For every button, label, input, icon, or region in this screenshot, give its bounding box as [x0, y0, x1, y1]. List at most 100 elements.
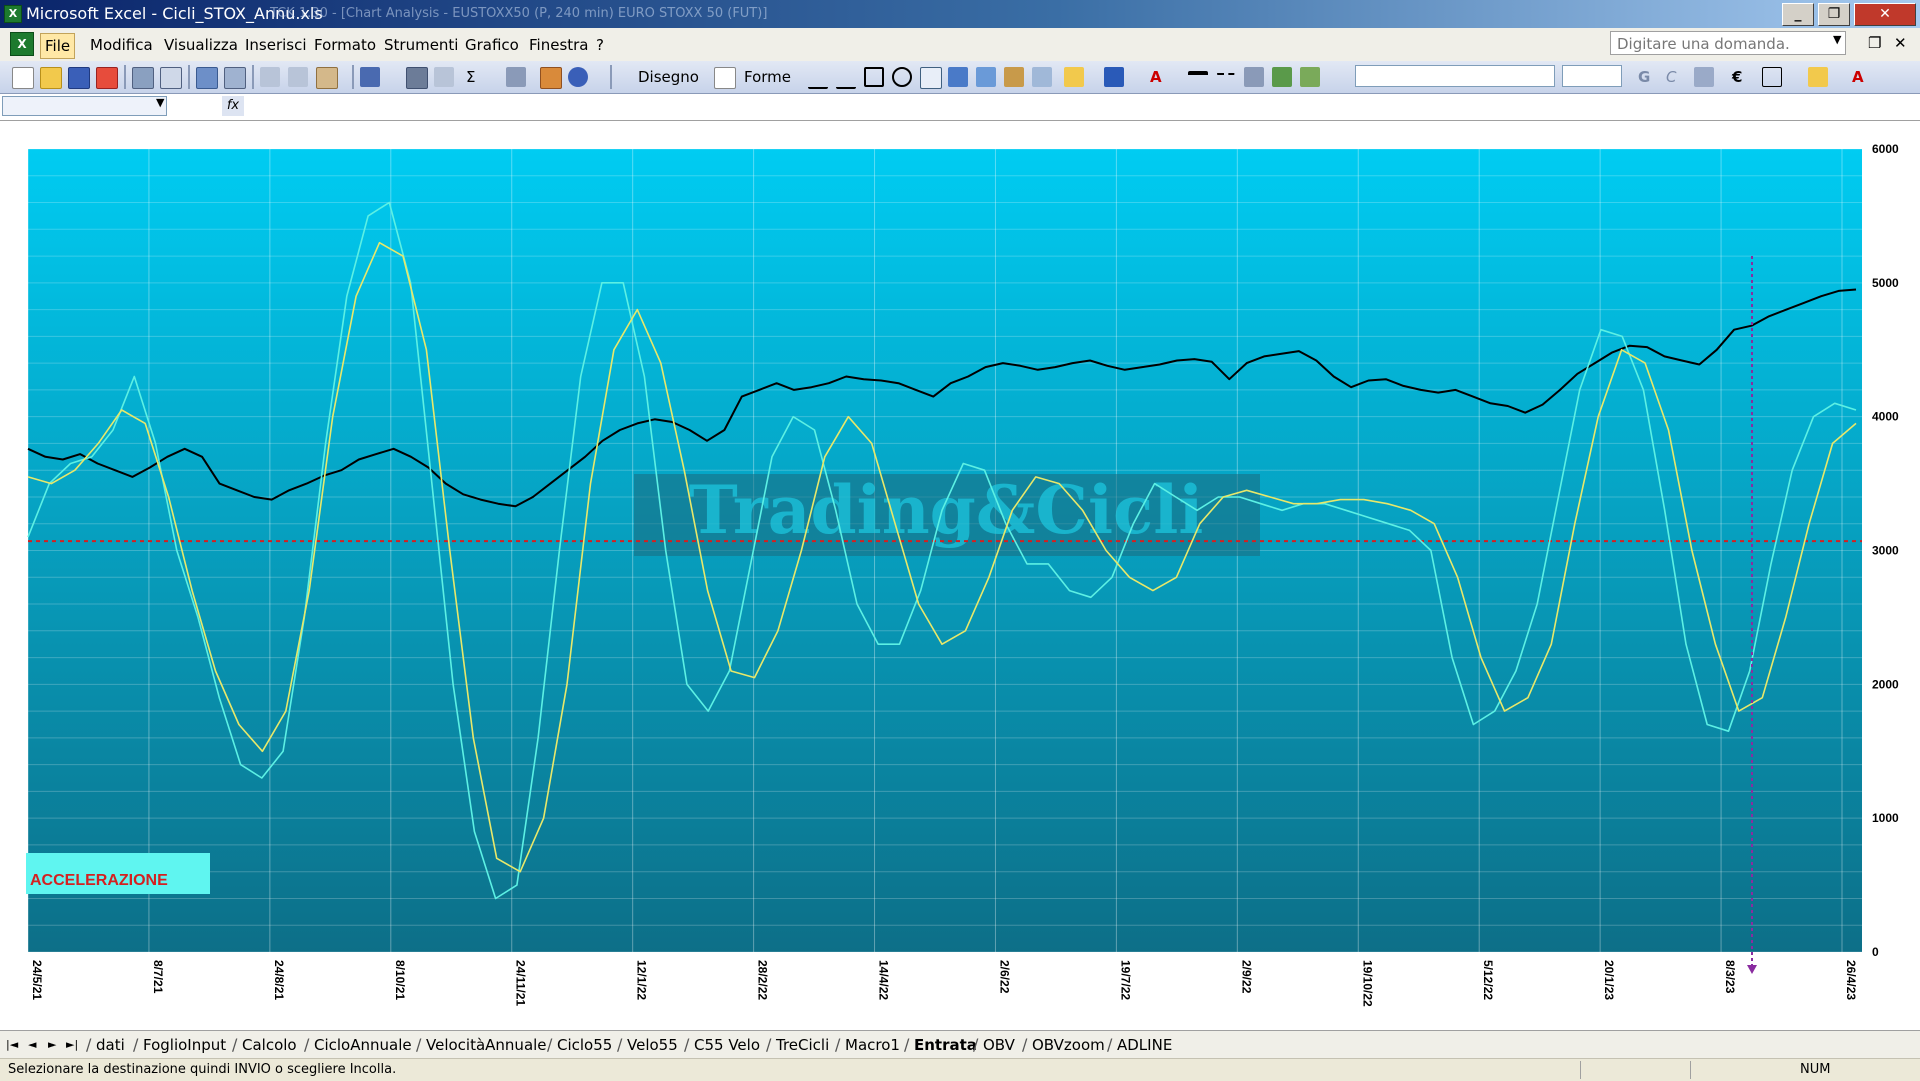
sheet-tab[interactable]: dati	[96, 1035, 125, 1055]
line-color-icon[interactable]	[1104, 67, 1124, 87]
first-sheet-icon[interactable]: |◄	[6, 1038, 18, 1051]
picture-icon[interactable]	[1032, 67, 1052, 87]
line-icon[interactable]	[808, 67, 828, 89]
status-panel	[1690, 1061, 1791, 1079]
diagram-icon[interactable]	[976, 67, 996, 87]
x-tick-label: 12/1/22	[635, 960, 649, 1000]
sheet-tab[interactable]: Entrata	[914, 1035, 977, 1055]
sheet-tab[interactable]: FoglioInput	[143, 1035, 226, 1055]
sheet-tab[interactable]: ADLINE	[1117, 1035, 1172, 1055]
chart-sheet-icon[interactable]	[434, 67, 454, 87]
help-icon[interactable]	[568, 67, 588, 87]
open-icon[interactable]	[40, 67, 62, 89]
workbook-restore-icon[interactable]: ❐	[1868, 34, 1881, 52]
title-bar: X Microsoft Excel - Cicli_STOX_Annu.xls …	[0, 0, 1920, 28]
x-tick-label: 20/1/23	[1602, 960, 1616, 1000]
cut-icon[interactable]	[260, 67, 280, 87]
restore-button[interactable]: ❐	[1818, 3, 1850, 26]
menu-modifica[interactable]: Modifica	[86, 33, 157, 57]
sheet-tab[interactable]: Calcolo	[242, 1035, 297, 1055]
ask-question-input[interactable]: Digitare una domanda.	[1610, 31, 1846, 55]
menu-grafico[interactable]: Grafico	[461, 33, 523, 57]
undo-icon[interactable]	[360, 67, 380, 87]
euro-icon[interactable]: €	[1732, 67, 1742, 87]
autosum-icon[interactable]: Σ	[466, 67, 475, 87]
dash-style-icon[interactable]	[1216, 73, 1236, 87]
font-size-combo[interactable]	[1562, 65, 1622, 87]
sheet-tab[interactable]: VelocitàAnnuale	[426, 1035, 547, 1055]
cursor-marker-arrow	[1747, 965, 1757, 974]
menu-[interactable]: ?	[592, 33, 608, 57]
name-box-dropdown-icon[interactable]: ▼	[156, 96, 164, 109]
sheet-tab[interactable]: TreCicli	[776, 1035, 829, 1055]
select-arrow-icon[interactable]	[714, 67, 736, 89]
bold-button[interactable]: G	[1638, 67, 1650, 87]
insert-function-icon[interactable]: fx	[222, 96, 244, 116]
3d-icon[interactable]	[1300, 67, 1320, 87]
font-name-combo[interactable]	[1355, 65, 1555, 87]
cell-fill-icon[interactable]	[1808, 67, 1828, 87]
minimize-button[interactable]: _	[1782, 3, 1814, 26]
x-tick-label: 14/4/22	[877, 960, 891, 1000]
cycle-chart[interactable]: Trading&Cicli 6000500040003000200010000 …	[0, 121, 1920, 1030]
copy-icon[interactable]	[288, 67, 308, 87]
new-icon[interactable]	[12, 67, 34, 89]
clipart-icon[interactable]	[1004, 67, 1024, 87]
arrow-style-icon[interactable]	[1244, 67, 1264, 87]
close-window-button[interactable]: ✕	[1854, 3, 1916, 26]
sheet-tab[interactable]: Ciclo55	[557, 1035, 612, 1055]
arrow-icon[interactable]	[836, 67, 856, 89]
sheet-tab[interactable]: OBV	[983, 1035, 1015, 1055]
menu-formato[interactable]: Formato	[310, 33, 380, 57]
formula-bar: ▼ fx	[0, 94, 1920, 121]
spelling-icon[interactable]	[196, 67, 218, 89]
menu-inserisci[interactable]: Inserisci	[241, 33, 311, 57]
background-window-title: TCK 1.30 - [Chart Analysis - EUSTOXX50 (…	[270, 6, 768, 21]
y-tick-label: 6000	[1872, 142, 1899, 156]
paste-icon[interactable]	[316, 67, 338, 89]
save-icon[interactable]	[68, 67, 90, 89]
hyperlink-icon[interactable]	[406, 67, 428, 89]
print-preview-icon[interactable]	[160, 67, 182, 89]
line-style-icon[interactable]	[1188, 71, 1208, 87]
sheet-tab[interactable]: Velo55	[627, 1035, 678, 1055]
excel-app-icon[interactable]: X	[4, 5, 22, 23]
cell-font-color-icon[interactable]: A	[1852, 67, 1864, 87]
sort-icon[interactable]	[506, 67, 526, 87]
forme-menu[interactable]: Forme	[744, 67, 791, 87]
status-panel	[1580, 1061, 1681, 1079]
y-tick-label: 3000	[1872, 544, 1899, 558]
menu-visualizza[interactable]: Visualizza	[160, 33, 242, 57]
y-tick-label: 4000	[1872, 410, 1899, 424]
menu-file[interactable]: File	[40, 33, 76, 59]
name-box[interactable]	[2, 96, 167, 116]
font-color-icon[interactable]: A	[1150, 67, 1162, 87]
sheet-tab[interactable]: OBVzoom	[1032, 1035, 1105, 1055]
chart-wizard-icon[interactable]	[540, 67, 562, 89]
menu-strumenti[interactable]: Strumenti	[380, 33, 462, 57]
italic-button[interactable]: C	[1666, 67, 1676, 87]
textbox-icon[interactable]	[920, 67, 942, 89]
align-icon[interactable]	[1694, 67, 1714, 87]
disegno-menu[interactable]: Disegno	[638, 67, 699, 87]
ask-dropdown-icon[interactable]: ▼	[1833, 33, 1841, 46]
fill-color-icon[interactable]	[1064, 67, 1084, 87]
permission-icon[interactable]	[96, 67, 118, 89]
sheet-tab[interactable]: CicloAnnuale	[314, 1035, 412, 1055]
last-sheet-icon[interactable]: ►|	[66, 1038, 78, 1051]
print-icon[interactable]	[132, 67, 154, 89]
rectangle-icon[interactable]	[864, 67, 884, 87]
sheet-tab[interactable]: Macro1	[845, 1035, 900, 1055]
formula-input[interactable]	[246, 96, 1916, 116]
research-icon[interactable]	[224, 67, 246, 89]
shadow-icon[interactable]	[1272, 67, 1292, 87]
next-sheet-icon[interactable]: ►	[48, 1038, 56, 1051]
borders-icon[interactable]	[1762, 67, 1782, 87]
prev-sheet-icon[interactable]: ◄	[28, 1038, 36, 1051]
wordart-icon[interactable]	[948, 67, 968, 87]
sheet-tab[interactable]: C55 Velo	[694, 1035, 760, 1055]
workbook-close-icon[interactable]: ✕	[1894, 34, 1907, 52]
menu-finestra[interactable]: Finestra	[525, 33, 593, 57]
oval-icon[interactable]	[892, 67, 912, 87]
workbook-icon[interactable]: X	[10, 32, 34, 56]
